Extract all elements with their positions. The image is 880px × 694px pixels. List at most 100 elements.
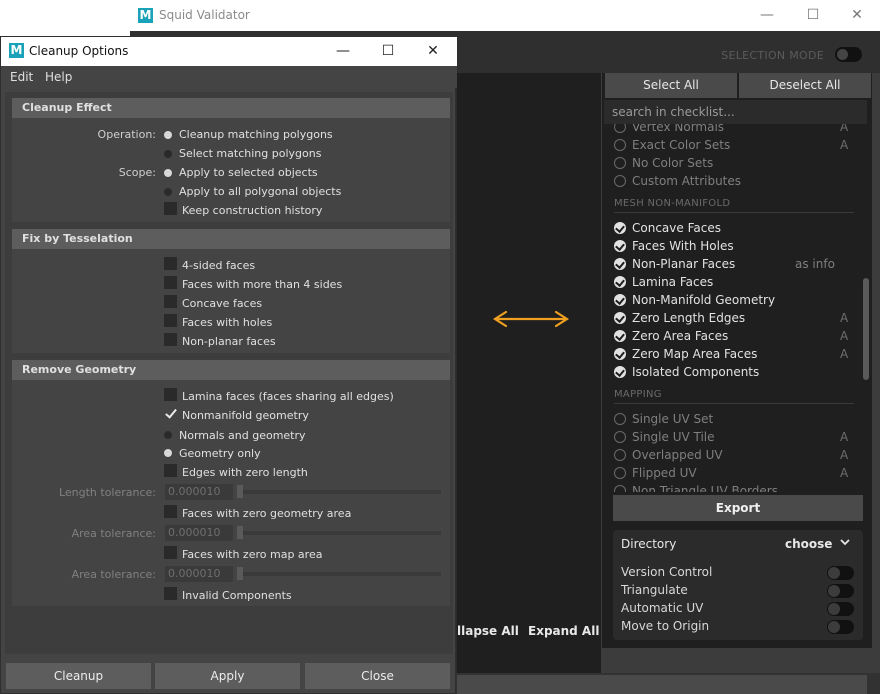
fix-tesselation-header[interactable]: Fix by Tesselation	[12, 229, 450, 249]
scope-all-label: Apply to all polygonal objects	[179, 185, 342, 198]
check-item-single-uv-set[interactable]: Single UV Set	[614, 410, 854, 428]
check-circle-icon	[614, 348, 626, 360]
cleanup-minimize-button[interactable]: —	[320, 37, 366, 66]
scope-selected-radio[interactable]	[164, 169, 172, 177]
check-item-no-color-sets[interactable]: No Color Sets	[614, 154, 854, 172]
check-item-non-triangle-uv-borders[interactable]: Non Triangle UV Borders	[614, 482, 854, 492]
deselect-all-button[interactable]: Deselect All	[739, 73, 871, 98]
automatic-uv-toggle[interactable]	[827, 602, 854, 616]
selection-mode-label: SELECTION MODE	[721, 49, 824, 62]
map-area-tolerance-slider[interactable]	[237, 572, 441, 576]
squid-minimize-button[interactable]: —	[744, 0, 790, 31]
check-circle-icon	[614, 449, 626, 461]
zero-map-area-checkbox[interactable]	[164, 546, 177, 559]
tess-4-sided-checkbox[interactable]	[164, 257, 177, 270]
check-item-zero-area-faces[interactable]: Zero Area Faces A	[614, 327, 854, 345]
section-divider	[614, 403, 854, 404]
check-item-single-uv-tile[interactable]: Single UV Tile A	[614, 428, 854, 446]
invalid-components-label: Invalid Components	[182, 589, 292, 602]
map-area-tolerance-field[interactable]: 0.000010	[165, 566, 233, 582]
tess-4-sided-label: 4-sided faces	[182, 259, 256, 272]
triangulate-toggle[interactable]	[827, 584, 854, 598]
tess-more-4-checkbox[interactable]	[164, 276, 177, 289]
op-select-radio[interactable]	[164, 150, 172, 158]
area-tolerance-field[interactable]: 0.000010	[165, 525, 233, 541]
check-item-exact-color-sets[interactable]: Exact Color Sets A	[614, 136, 854, 154]
invalid-components-checkbox[interactable]	[164, 587, 177, 600]
check-circle-icon	[614, 366, 626, 378]
scope-all-radio[interactable]	[164, 188, 172, 196]
section-mapping[interactable]: MAPPING	[614, 389, 662, 400]
tess-non-planar-checkbox[interactable]	[164, 333, 177, 346]
check-item-zero-length-edges[interactable]: Zero Length Edges A	[614, 309, 854, 327]
tess-holes-label: Faces with holes	[182, 316, 273, 329]
check-item-lamina-faces[interactable]: Lamina Faces	[614, 273, 854, 291]
tess-holes-checkbox[interactable]	[164, 314, 177, 327]
chevron-down-icon[interactable]	[839, 535, 851, 549]
squid-maximize-button[interactable]: ☐	[790, 0, 836, 31]
check-item-faces-with-holes[interactable]: Faces With Holes	[614, 237, 854, 255]
lamina-checkbox[interactable]	[164, 388, 177, 401]
length-tolerance-slider-handle[interactable]	[237, 485, 243, 498]
check-circle-icon	[614, 467, 626, 479]
area-tolerance-slider[interactable]	[237, 531, 441, 535]
menu-help[interactable]: Help	[45, 70, 72, 84]
cleanup-menu-bar: Edit Help	[1, 66, 457, 88]
collapse-all-button[interactable]: llapse All	[457, 624, 519, 638]
squid-close-button[interactable]: ✕	[834, 0, 880, 31]
selection-mode-toggle[interactable]	[835, 47, 862, 62]
expand-all-button[interactable]: Expand All	[528, 624, 599, 638]
check-circle-icon	[614, 139, 626, 151]
check-circle-icon	[614, 431, 626, 443]
normals-geometry-label: Normals and geometry	[179, 429, 306, 442]
section-mesh-non-manifold[interactable]: MESH NON-MANIFOLD	[614, 198, 730, 209]
check-item-zero-map-area-faces[interactable]: Zero Map Area Faces A	[614, 345, 854, 363]
export-button[interactable]: Export	[613, 495, 863, 521]
select-all-button[interactable]: Select All	[605, 73, 737, 98]
menu-edit[interactable]: Edit	[10, 70, 33, 84]
check-item-isolated-components[interactable]: Isolated Components	[614, 363, 854, 381]
cleanup-maximize-button[interactable]: ☐	[365, 37, 411, 66]
check-item-non-planar-faces[interactable]: Non-Planar Faces as info	[614, 255, 854, 273]
maya-logo-icon: M	[138, 8, 153, 23]
zero-map-area-label: Faces with zero map area	[182, 548, 323, 561]
geometry-only-radio[interactable]	[164, 449, 172, 457]
cleanup-title-bar: M Cleanup Options — ☐ ✕	[1, 37, 457, 66]
map-area-tolerance-slider-handle[interactable]	[237, 567, 243, 580]
checklist-panel: Select All Deselect All search in checkl…	[602, 73, 872, 648]
checklist-search-input[interactable]: search in checklist...	[604, 100, 867, 124]
check-item-flipped-uv[interactable]: Flipped UV A	[614, 464, 854, 482]
check-item-custom-attributes[interactable]: Custom Attributes	[614, 172, 854, 190]
cleanup-button[interactable]: Cleanup	[6, 663, 151, 689]
double-arrow-icon	[492, 310, 570, 328]
apply-button[interactable]: Apply	[155, 663, 300, 689]
normals-geometry-radio[interactable]	[164, 431, 172, 439]
length-tolerance-field[interactable]: 0.000010	[165, 484, 233, 500]
tess-concave-checkbox[interactable]	[164, 295, 177, 308]
move-to-origin-toggle[interactable]	[827, 620, 854, 634]
nonmanifold-checkbox[interactable]	[164, 407, 177, 420]
checklist-scrollbar[interactable]	[863, 278, 869, 380]
cleanup-close-button[interactable]: ✕	[410, 37, 456, 66]
keep-history-label: Keep construction history	[182, 204, 323, 217]
fix-tesselation-frame: Fix by Tesselation 4-sided faces Faces w…	[12, 229, 450, 353]
cleanup-effect-header[interactable]: Cleanup Effect	[12, 98, 450, 118]
check-item-overlapped-uv[interactable]: Overlapped UV A	[614, 446, 854, 464]
check-item-concave-faces[interactable]: Concave Faces	[614, 219, 854, 237]
check-circle-icon	[614, 485, 626, 492]
keep-history-checkbox[interactable]	[164, 202, 177, 215]
export-options-panel: Directory choose Version Control Triangu…	[613, 530, 863, 640]
remove-geometry-header[interactable]: Remove Geometry	[12, 360, 450, 380]
cleanup-options-scroll: Cleanup Effect Operation: Cleanup matchi…	[5, 92, 453, 654]
directory-choose-dropdown[interactable]: choose	[785, 537, 832, 551]
length-tolerance-slider[interactable]	[237, 490, 441, 494]
zero-geo-area-checkbox[interactable]	[164, 505, 177, 518]
check-item-non-manifold-geometry[interactable]: Non-Manifold Geometry	[614, 291, 854, 309]
check-item-vertex-normals[interactable]: Vertex Normals A	[614, 124, 854, 136]
version-control-toggle[interactable]	[827, 566, 854, 580]
op-cleanup-radio[interactable]	[164, 131, 172, 139]
area-tolerance-slider-handle[interactable]	[237, 526, 243, 539]
map-area-tolerance-label: Area tolerance:	[71, 568, 156, 581]
close-button[interactable]: Close	[305, 663, 450, 689]
zero-length-checkbox[interactable]	[164, 464, 177, 477]
